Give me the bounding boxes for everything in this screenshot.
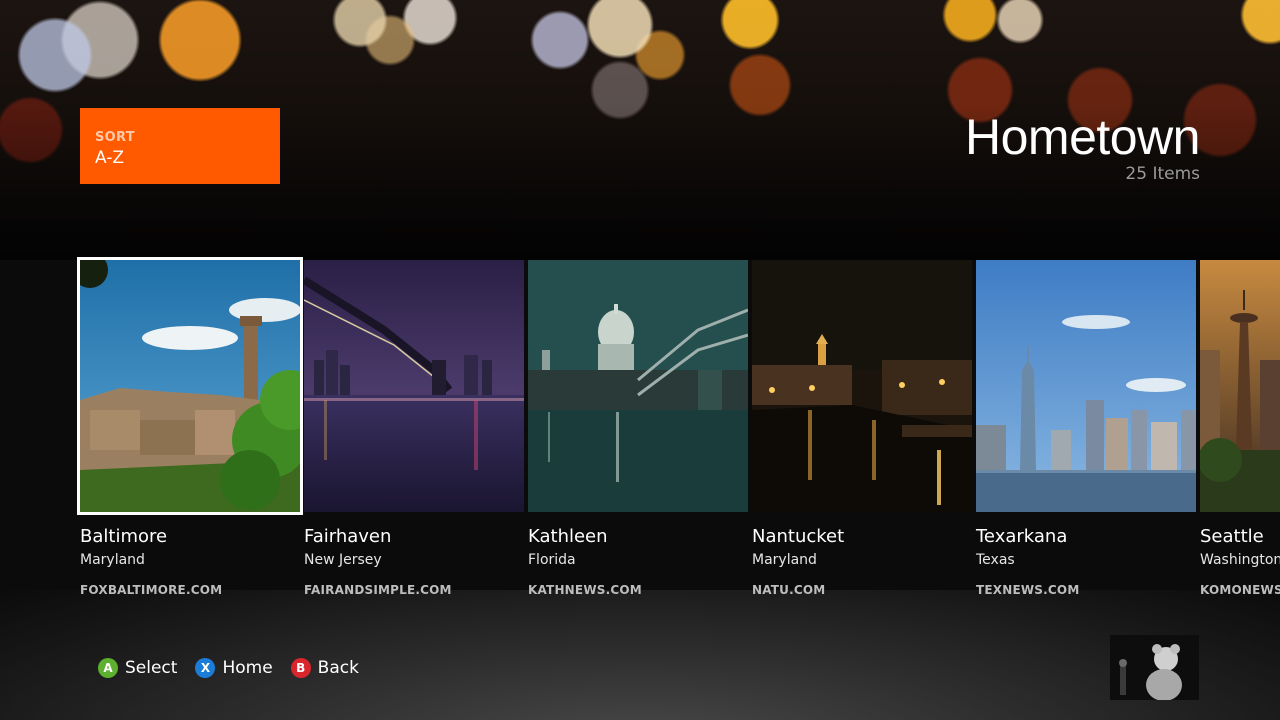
hint-label: Home bbox=[222, 658, 273, 678]
tile-image-tuscan-hill-town bbox=[77, 257, 303, 515]
tile-image-city-skyline bbox=[976, 260, 1196, 512]
background-ground bbox=[0, 590, 1280, 720]
tile-state: Maryland bbox=[752, 552, 817, 568]
sort-button[interactable]: SORT A-Z bbox=[80, 108, 280, 184]
tile-source: FAIRANDSIMPLE.COM bbox=[304, 583, 452, 597]
hint-select[interactable]: A Select bbox=[98, 658, 177, 678]
b-button-icon: B bbox=[290, 658, 311, 678]
tile-name: Kathleen bbox=[528, 526, 608, 547]
hint-home[interactable]: X Home bbox=[195, 658, 273, 678]
tile-state: Florida bbox=[528, 552, 576, 568]
tile-name: Nantucket bbox=[752, 526, 845, 547]
tile-state: Maryland bbox=[80, 552, 145, 568]
item-count: 25 Items bbox=[1125, 164, 1200, 184]
tile-image-space-needle bbox=[1200, 260, 1280, 512]
x-button-icon: X bbox=[195, 658, 216, 678]
tile-source: FOXBALTIMORE.COM bbox=[80, 583, 223, 597]
tile-state: Washington bbox=[1200, 552, 1280, 568]
tile-baltimore[interactable]: Baltimore Maryland FOXBALTIMORE.COM bbox=[77, 257, 303, 597]
tile-source: KATHNEWS.COM bbox=[528, 583, 642, 597]
tile-fairhaven[interactable]: Fairhaven New Jersey FAIRANDSIMPLE.COM bbox=[304, 260, 524, 597]
tile-name: Seattle bbox=[1200, 526, 1264, 547]
tile-source: TEXNEWS.COM bbox=[976, 583, 1080, 597]
sort-value: A-Z bbox=[95, 148, 125, 168]
tile-name: Baltimore bbox=[80, 526, 168, 547]
tile-texarkana[interactable]: Texarkana Texas TEXNEWS.COM bbox=[976, 260, 1196, 597]
hint-label: Select bbox=[125, 658, 178, 678]
tile-image-bridge-at-night bbox=[304, 260, 524, 512]
sort-label: SORT bbox=[95, 130, 135, 145]
tile-state: New Jersey bbox=[304, 552, 382, 568]
tile-name: Texarkana bbox=[976, 526, 1068, 547]
tile-seattle[interactable]: Seattle Washington KOMONEWS.COM bbox=[1200, 260, 1280, 597]
tile-image-dome-cathedral-river bbox=[528, 260, 748, 512]
tile-image-canal-town-night bbox=[752, 260, 972, 512]
hint-back[interactable]: B Back bbox=[290, 658, 359, 678]
hint-label: Back bbox=[317, 658, 359, 678]
tile-state: Texas bbox=[976, 552, 1015, 568]
tile-source: NATU.COM bbox=[752, 583, 826, 597]
page-title: Hometown bbox=[965, 109, 1201, 165]
controller-hints: A Select X Home B Back bbox=[98, 657, 377, 679]
tile-name: Fairhaven bbox=[304, 526, 392, 547]
tile-nantucket[interactable]: Nantucket Maryland NATU.COM bbox=[752, 260, 972, 597]
tile-source: KOMONEWS.COM bbox=[1200, 583, 1280, 597]
tile-kathleen[interactable]: Kathleen Florida KATHNEWS.COM bbox=[528, 260, 748, 597]
a-button-icon: A bbox=[98, 658, 118, 678]
user-avatar[interactable] bbox=[1110, 635, 1199, 700]
